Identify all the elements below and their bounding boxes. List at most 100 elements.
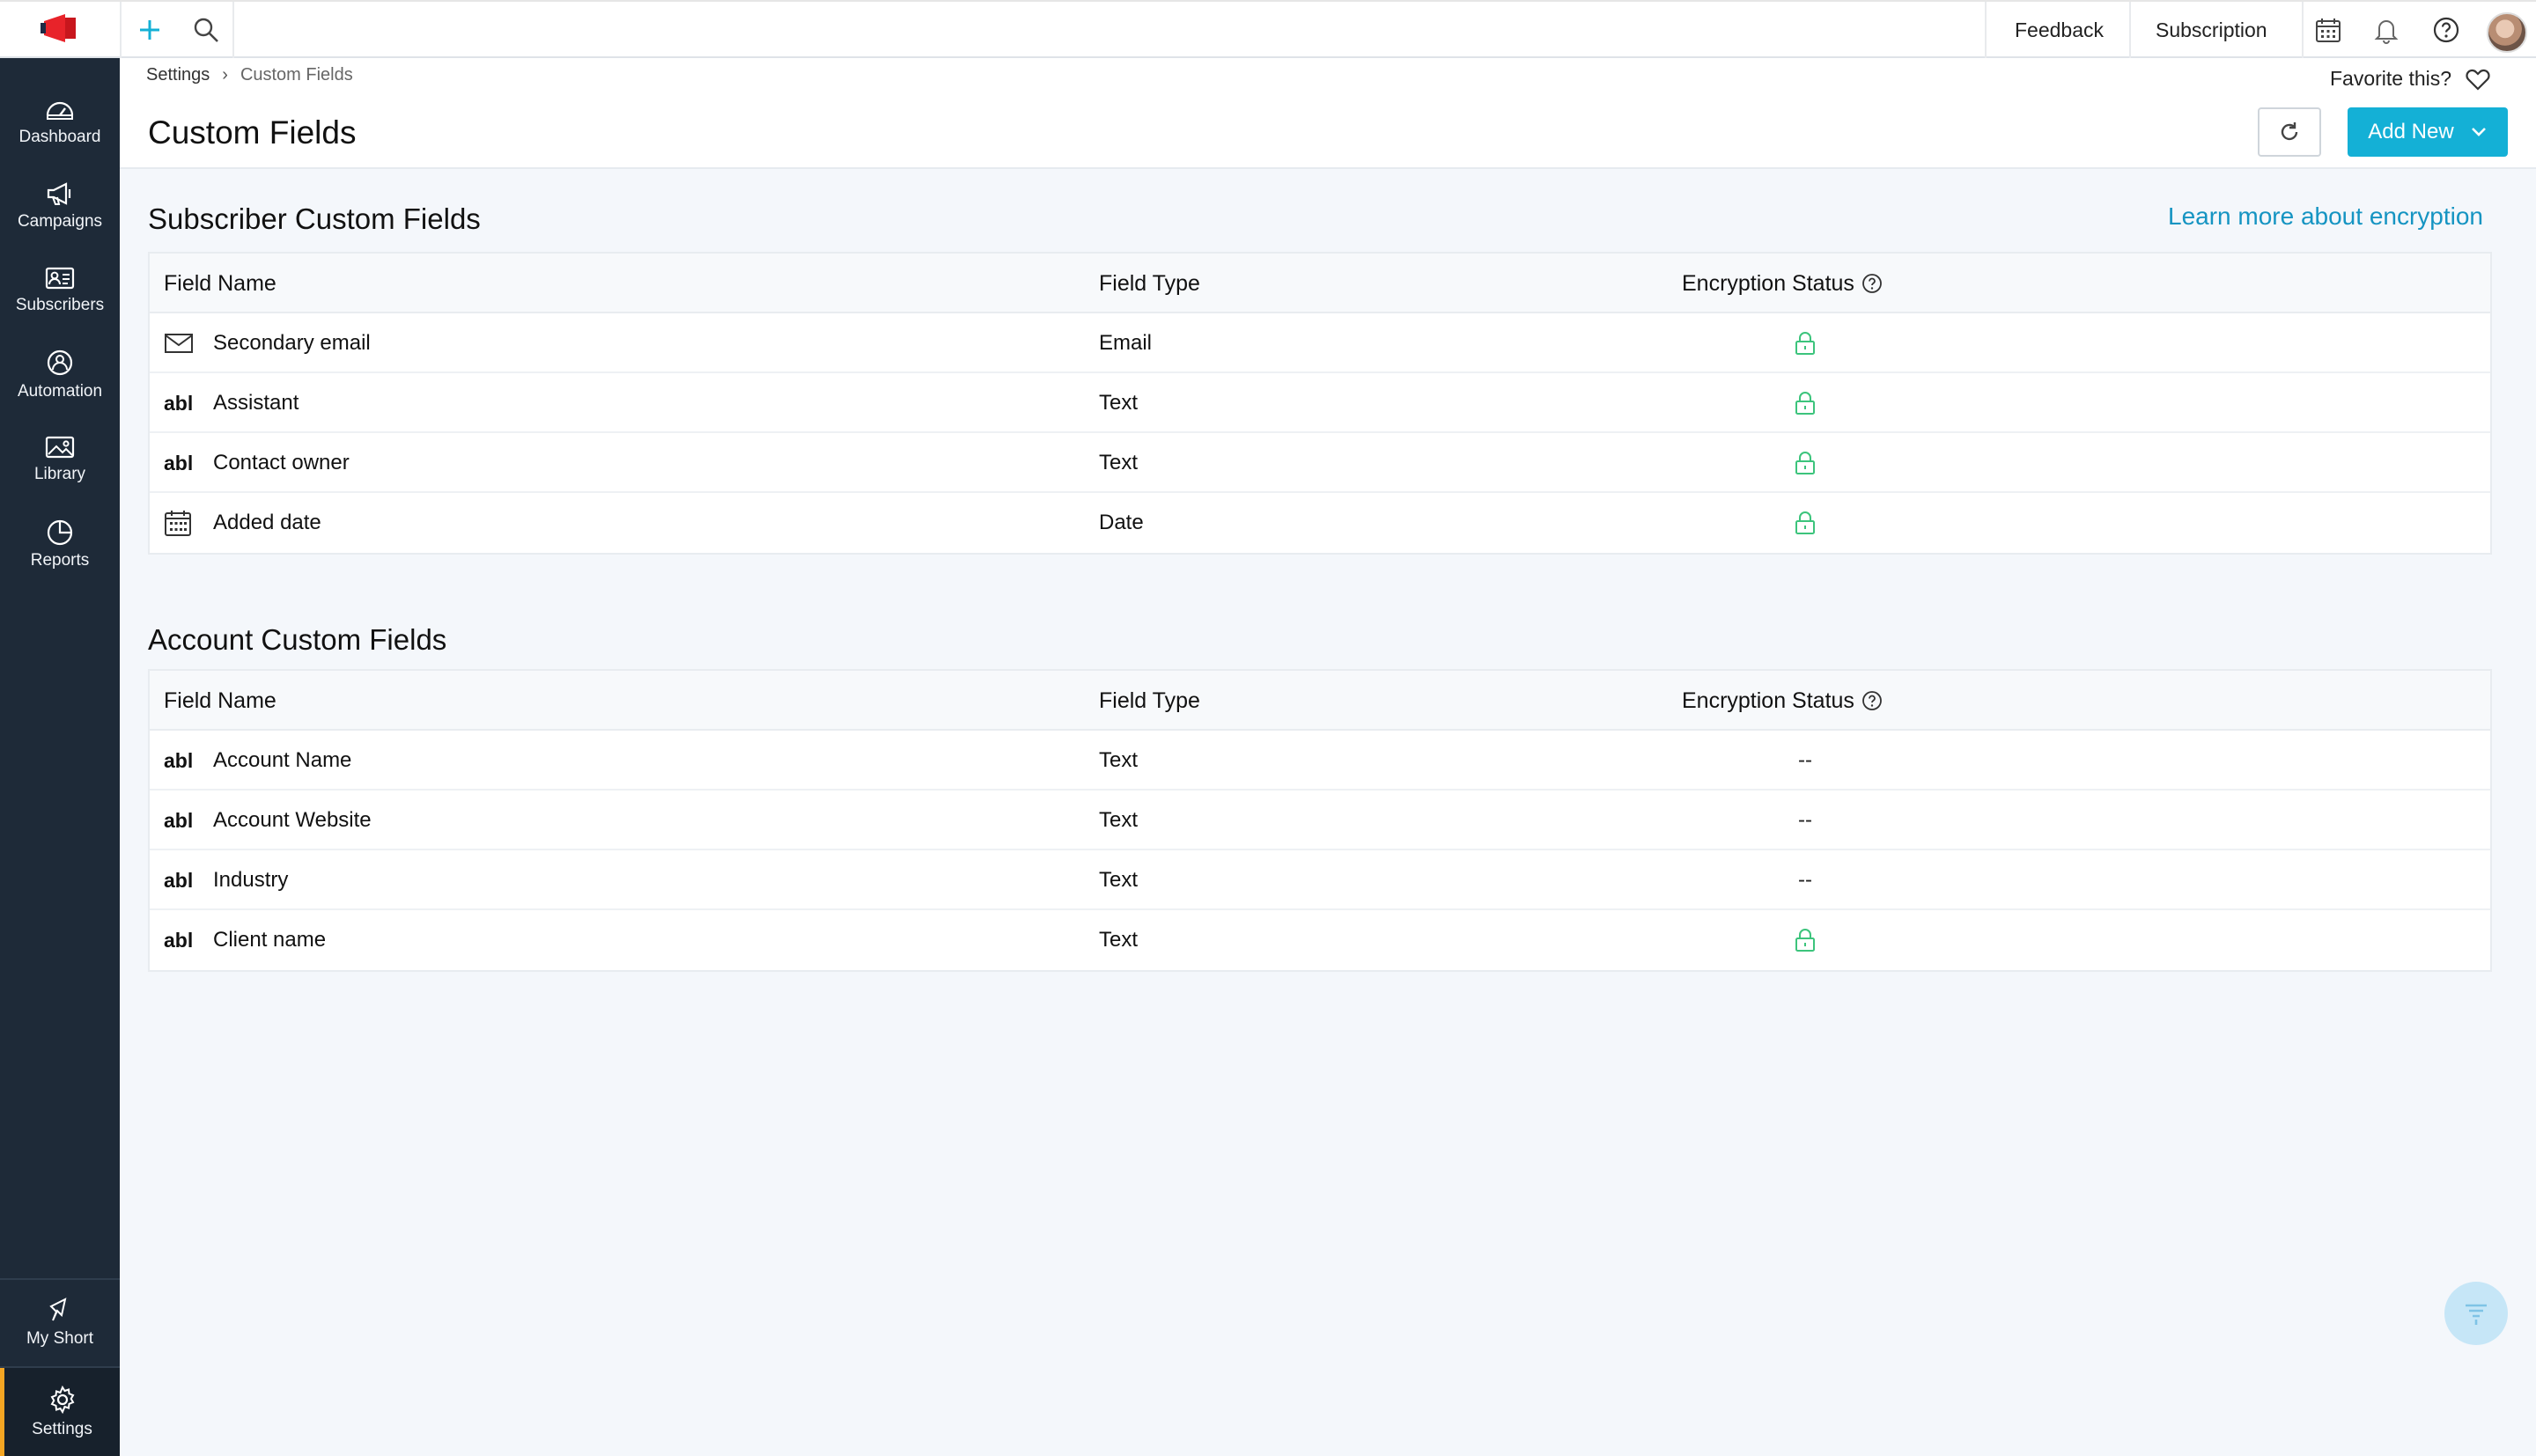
- table-header: Field Name Field Type Encryption Status: [150, 671, 2490, 731]
- field-name: Industry: [213, 868, 289, 892]
- table-row[interactable]: abl Assistant Text: [150, 373, 2490, 433]
- account-section-title: Account Custom Fields: [148, 623, 447, 656]
- column-encryption-status: Encryption Status: [1682, 671, 1883, 731]
- sidebar-item-automation[interactable]: Automation: [0, 333, 120, 417]
- feedback-link[interactable]: Feedback: [2015, 2, 2104, 58]
- breadcrumb: Settings › Custom Fields: [146, 65, 353, 85]
- sidebar-item-campaigns[interactable]: Campaigns: [0, 164, 120, 248]
- text-field-icon: abl: [164, 868, 194, 892]
- plus-icon[interactable]: [130, 11, 169, 49]
- calendar-icon[interactable]: [2309, 11, 2348, 49]
- field-type: Email: [1099, 331, 1153, 355]
- sidebar-item-dashboard[interactable]: Dashboard: [0, 79, 120, 164]
- refresh-icon: [2281, 122, 2298, 141]
- pie-chart-icon: [47, 519, 73, 546]
- gear-icon: [50, 1385, 74, 1415]
- learn-more-encryption-link[interactable]: Learn more about encryption: [2168, 202, 2483, 231]
- field-name: Client name: [213, 928, 327, 952]
- table-row[interactable]: abl Client name Text: [150, 910, 2490, 970]
- field-type: Text: [1099, 451, 1139, 474]
- sidebar-item-reports[interactable]: Reports: [0, 502, 120, 586]
- image-icon: [45, 436, 75, 459]
- app-logo[interactable]: [0, 2, 120, 58]
- favorite-toggle[interactable]: Favorite this?: [2330, 67, 2490, 91]
- table-row[interactable]: abl Account Website Text --: [150, 791, 2490, 850]
- column-field-type: Field Type: [1099, 688, 1200, 713]
- sidebar-item-library[interactable]: Library: [0, 417, 120, 502]
- lock-icon: [1770, 910, 1840, 970]
- help-icon[interactable]: [1861, 690, 1883, 711]
- table-header: Field Name Field Type Encryption Status: [150, 254, 2490, 313]
- field-name: Contact owner: [213, 451, 350, 474]
- sidebar-item-label: Settings: [32, 1420, 92, 1438]
- favorite-label: Favorite this?: [2330, 67, 2452, 90]
- field-name: Secondary email: [213, 331, 371, 355]
- sidebar-item-label: Subscribers: [15, 296, 105, 314]
- avatar[interactable]: [2487, 12, 2527, 53]
- text-field-icon: abl: [164, 451, 194, 474]
- chevron-right-icon: ›: [222, 65, 228, 85]
- megaphone-icon: [47, 182, 71, 205]
- field-name: Account Name: [213, 748, 352, 772]
- calendar-icon: [164, 493, 197, 553]
- bell-icon[interactable]: [2367, 11, 2406, 49]
- field-type: Text: [1099, 748, 1139, 772]
- sidebar-item-subscribers[interactable]: Subscribers: [0, 248, 120, 333]
- table-row[interactable]: Added date Date: [150, 493, 2490, 553]
- refresh-button[interactable]: [2258, 107, 2321, 157]
- subscriber-fields-table: Field Name Field Type Encryption Status …: [148, 252, 2492, 555]
- lock-icon: [1770, 493, 1840, 553]
- text-field-icon: abl: [164, 928, 194, 952]
- sidebar-item-label: Dashboard: [18, 128, 101, 146]
- search-icon[interactable]: [187, 11, 225, 49]
- chevron-down-icon: [2471, 128, 2486, 136]
- column-field-type: Field Type: [1099, 270, 1200, 296]
- encryption-status-none: --: [1798, 868, 1812, 892]
- table-row[interactable]: Secondary email Email: [150, 313, 2490, 373]
- heart-icon: [2466, 69, 2490, 91]
- breadcrumb-settings[interactable]: Settings: [146, 65, 210, 85]
- account-fields-table: Field Name Field Type Encryption Status …: [148, 669, 2492, 972]
- column-field-name: Field Name: [164, 688, 276, 713]
- divider: [232, 2, 234, 58]
- text-field-icon: abl: [164, 808, 194, 832]
- field-type: Text: [1099, 808, 1139, 832]
- subscription-link[interactable]: Subscription: [2156, 2, 2267, 58]
- column-field-name: Field Name: [164, 270, 276, 296]
- encryption-status-none: --: [1798, 808, 1812, 832]
- field-name: Added date: [213, 511, 321, 534]
- lock-icon: [1770, 433, 1840, 493]
- sidebar-item-label: Automation: [17, 382, 103, 401]
- divider: [1985, 2, 1987, 58]
- shortcut-icon: [49, 1298, 67, 1321]
- field-type: Date: [1099, 511, 1144, 534]
- sidebar: Dashboard Campaigns Subscribers Automati…: [0, 58, 120, 1456]
- help-icon[interactable]: [2427, 11, 2466, 49]
- column-encryption-status-label: Encryption Status: [1682, 688, 1854, 713]
- divider: [2129, 2, 2131, 58]
- column-encryption-status-label: Encryption Status: [1682, 270, 1854, 296]
- subscriber-section-title: Subscriber Custom Fields: [148, 202, 481, 235]
- table-row[interactable]: abl Contact owner Text: [150, 433, 2490, 493]
- lock-icon: [1770, 373, 1840, 433]
- add-new-button[interactable]: Add New: [2348, 107, 2508, 157]
- breadcrumb-current: Custom Fields: [240, 65, 353, 85]
- subscribers-icon: [45, 267, 75, 290]
- chat-widget-button[interactable]: [2444, 1282, 2508, 1345]
- automation-icon: [47, 349, 73, 376]
- page-header: [120, 58, 2536, 169]
- megaphone-logo-icon: [41, 14, 76, 42]
- chat-icon: [2466, 1304, 2487, 1325]
- sidebar-item-label: Reports: [30, 551, 90, 570]
- encryption-status-none: --: [1798, 748, 1812, 772]
- divider: [120, 2, 122, 58]
- field-type: Text: [1099, 868, 1139, 892]
- sidebar-item-settings[interactable]: Settings: [0, 1368, 120, 1456]
- table-row[interactable]: abl Industry Text --: [150, 850, 2490, 910]
- divider: [2302, 2, 2304, 58]
- page-title: Custom Fields: [148, 114, 357, 151]
- help-icon[interactable]: [1861, 273, 1883, 294]
- top-bar: Feedback Subscription: [0, 0, 2536, 58]
- sidebar-item-my-short[interactable]: My Short: [0, 1280, 120, 1364]
- table-row[interactable]: abl Account Name Text --: [150, 731, 2490, 791]
